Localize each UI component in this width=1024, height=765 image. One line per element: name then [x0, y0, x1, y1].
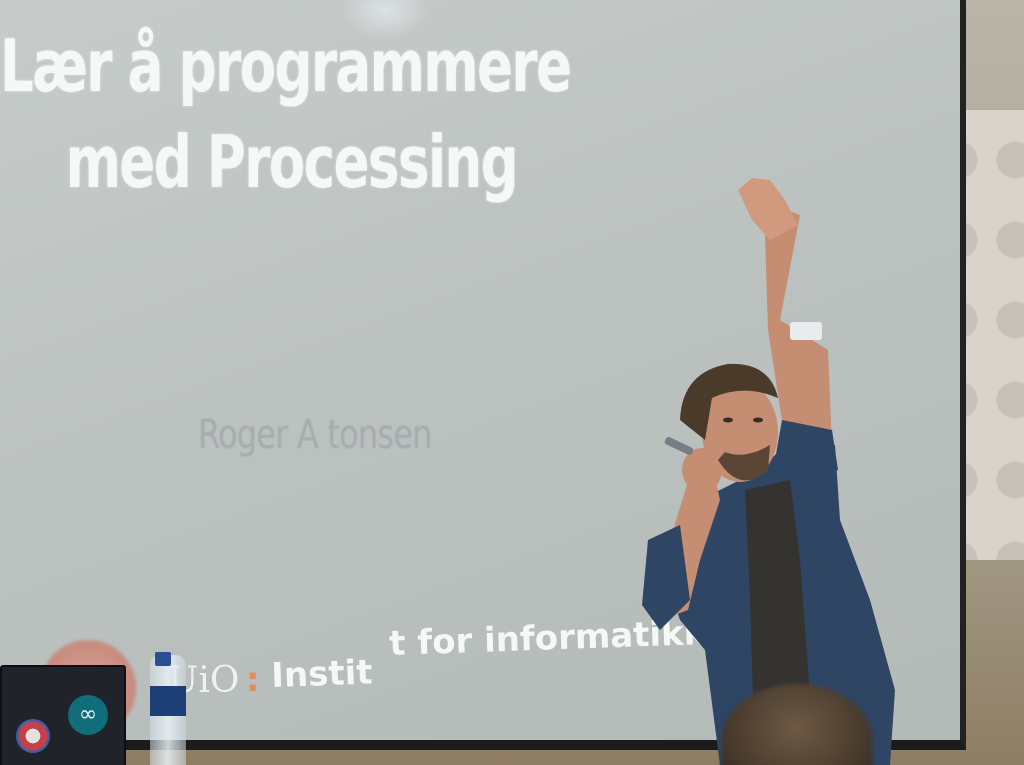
presentation-photo: Lær å programmere med Processing Roger A… [0, 0, 1024, 765]
laptop-sticker-round [16, 719, 50, 753]
laptop: ∞ [0, 665, 126, 765]
laptop-sticker-infinity: ∞ [68, 695, 108, 735]
presenter-remote [664, 437, 694, 455]
water-bottle-cap [155, 652, 171, 666]
presenter-left-eye [723, 417, 733, 423]
water-bottle-label [150, 686, 186, 716]
presenter [642, 178, 895, 765]
presenter-right-eye [753, 417, 763, 423]
presenter-wristband [790, 322, 822, 340]
